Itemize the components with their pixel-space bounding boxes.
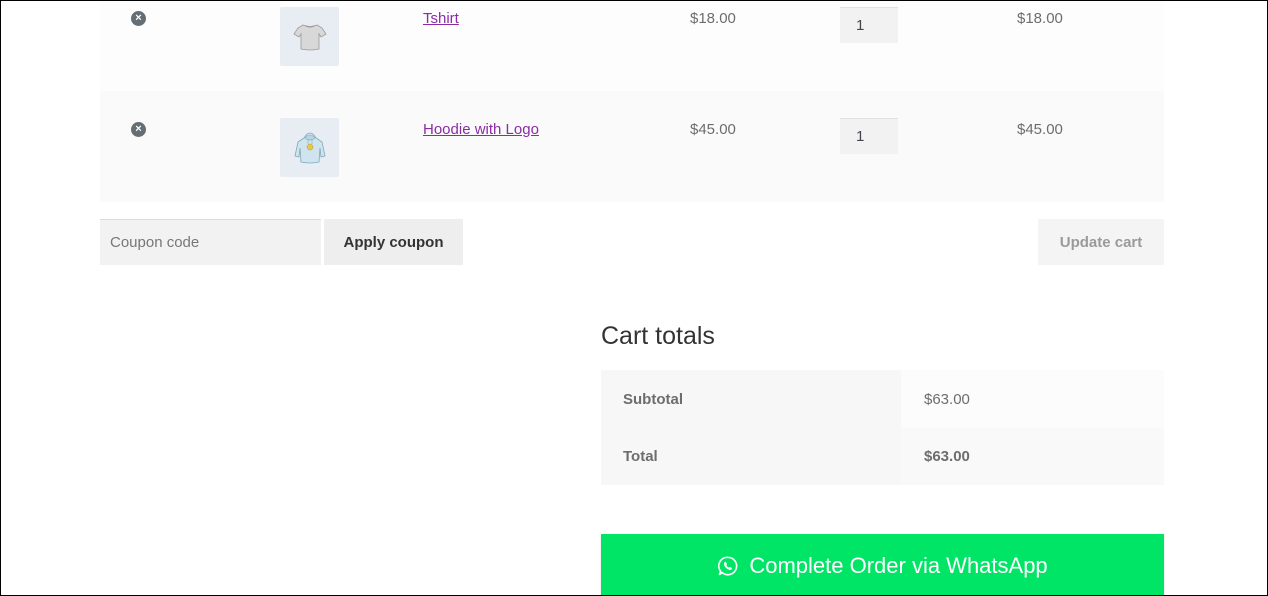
- remove-item-icon[interactable]: ×: [131, 122, 146, 137]
- cart-row: × Tshirt $18.00 $18.00: [100, 0, 1164, 91]
- product-price: $45.00: [690, 121, 736, 138]
- totals-value: $63.00: [901, 428, 1164, 485]
- product-link[interactable]: Hoodie with Logo: [423, 121, 539, 138]
- product-link[interactable]: Tshirt: [423, 10, 459, 27]
- product-subtotal: $45.00: [1017, 121, 1063, 138]
- whatsapp-checkout-button[interactable]: Complete Order via WhatsApp: [601, 534, 1164, 596]
- product-thumbnail[interactable]: [280, 7, 339, 66]
- totals-label: Subtotal: [601, 370, 901, 428]
- apply-coupon-button[interactable]: Apply coupon: [324, 219, 463, 265]
- product-subtotal: $18.00: [1017, 10, 1063, 27]
- product-price: $18.00: [690, 10, 736, 27]
- coupon-code-input[interactable]: [100, 219, 321, 265]
- totals-label: Total: [601, 428, 901, 485]
- update-cart-button[interactable]: Update cart: [1038, 219, 1164, 265]
- totals-value: $63.00: [901, 370, 1164, 428]
- cart-row: × Hoodie with Logo $45.00 $45.00: [100, 91, 1164, 202]
- remove-item-icon[interactable]: ×: [131, 11, 146, 26]
- cart-table: × Tshirt $18.00 $18.00 × Hoodie with Log…: [100, 0, 1164, 202]
- tshirt-icon: [292, 24, 327, 50]
- hoodie-icon: [294, 132, 325, 163]
- cart-totals-heading: Cart totals: [601, 322, 715, 350]
- cart-totals-table: Subtotal $63.00 Total $63.00: [601, 370, 1164, 485]
- totals-row-subtotal: Subtotal $63.00: [601, 370, 1164, 428]
- totals-row-total: Total $63.00: [601, 428, 1164, 485]
- quantity-input[interactable]: [840, 118, 898, 154]
- whatsapp-icon: [718, 556, 738, 576]
- whatsapp-checkout-label: Complete Order via WhatsApp: [749, 553, 1048, 578]
- product-thumbnail[interactable]: [280, 118, 339, 177]
- quantity-input[interactable]: [840, 7, 898, 43]
